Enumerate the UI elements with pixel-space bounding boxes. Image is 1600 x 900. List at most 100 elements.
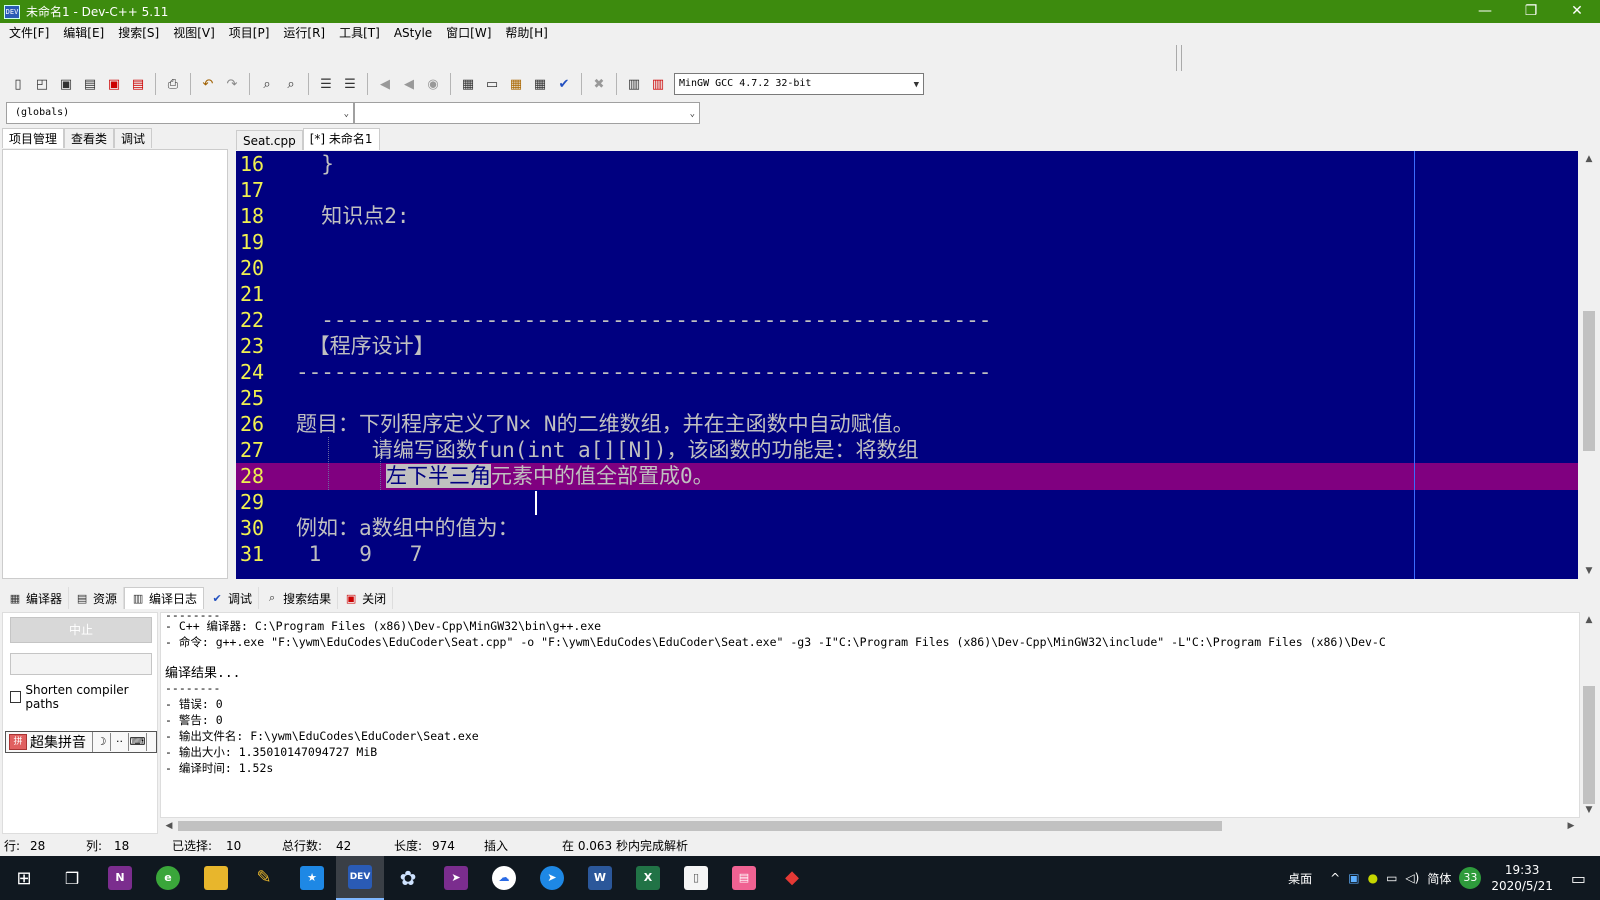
compiler-select[interactable]: MinGW GCC 4.7.2 32-bit ▼ <box>674 73 924 95</box>
save-all-icon[interactable]: ▤ <box>79 73 101 95</box>
notification-badge[interactable]: 33 <box>1459 867 1482 889</box>
shorten-paths-option[interactable]: Shorten compiler paths <box>10 683 157 711</box>
close-file-icon[interactable]: ▣ <box>103 73 125 95</box>
run-icon[interactable]: ▭ <box>481 73 503 95</box>
network-app-icon[interactable]: ▣ <box>1348 871 1359 885</box>
compile-icon[interactable]: ▦ <box>457 73 479 95</box>
scrollbar-thumb[interactable] <box>1583 311 1595 451</box>
tab-close[interactable]: ▣ 关闭 <box>338 587 394 609</box>
input-language[interactable]: 简体 <box>1427 870 1451 887</box>
tab-project[interactable]: 项目管理 <box>2 128 65 148</box>
taskbar-word[interactable]: W <box>576 856 624 900</box>
taskbar-excel[interactable]: X <box>624 856 672 900</box>
stop-button[interactable]: 中止 <box>10 617 152 643</box>
goto-line-icon[interactable]: ◉ <box>422 73 444 95</box>
scroll-right-icon[interactable]: ▶ <box>1562 818 1580 834</box>
bookmark-back-icon[interactable]: ◀ <box>374 73 396 95</box>
replace-icon[interactable]: ⌕ <box>280 73 302 95</box>
compile-log[interactable]: -------- - C++ 编译器: C:\Program Files (x8… <box>160 612 1580 818</box>
volume-icon[interactable]: ◁) <box>1405 871 1419 885</box>
log-vertical-scrollbar[interactable]: ▲ ▼ <box>1580 612 1598 818</box>
taskbar-arrow-app[interactable]: ➤ <box>432 856 480 900</box>
clean-icon[interactable]: ✖ <box>588 73 610 95</box>
rebuild-icon[interactable]: ▦ <box>529 73 551 95</box>
log-horizontal-scrollbar[interactable]: ◀ ▶ <box>160 818 1580 834</box>
print-icon[interactable]: ⎙ <box>162 73 184 95</box>
taskbar-document[interactable]: ▯ <box>672 856 720 900</box>
globals-combo[interactable]: (globals) ⌄ <box>6 102 354 124</box>
desktop-toolbar-label[interactable]: 桌面 <box>1288 870 1312 887</box>
tab-search-results[interactable]: ⌕ 搜索结果 <box>259 587 339 609</box>
save-icon[interactable]: ▣ <box>55 73 77 95</box>
editor-vertical-scrollbar[interactable]: ▲ ▼ <box>1580 151 1598 579</box>
punctuation-icon[interactable]: ·· <box>111 733 129 751</box>
scrollbar-thumb[interactable] <box>178 821 1222 831</box>
minimize-button[interactable]: — <box>1462 0 1508 23</box>
taskbar-browser[interactable]: e <box>144 856 192 900</box>
tab-untitled1[interactable]: [*] 未命名1 <box>302 128 380 150</box>
taskbar-explorer[interactable] <box>192 856 240 900</box>
taskbar-devcpp[interactable]: DEV <box>336 856 384 900</box>
tab-resources[interactable]: ▤ 资源 <box>69 587 125 609</box>
taskbar-eraser-app[interactable]: ◆ <box>768 856 816 900</box>
profile-icon[interactable]: ▥ <box>623 73 645 95</box>
scroll-down-icon[interactable]: ▼ <box>1580 563 1598 579</box>
taskbar-star-app[interactable]: ★ <box>288 856 336 900</box>
find-icon[interactable]: ⌕ <box>256 73 278 95</box>
menu-window[interactable]: 窗口[W] <box>439 23 498 43</box>
tab-classes[interactable]: 查看类 <box>64 128 115 148</box>
compile-run-icon[interactable]: ▦ <box>505 73 527 95</box>
menu-view[interactable]: 视图[V] <box>166 23 222 43</box>
taskbar-onenote[interactable]: N <box>96 856 144 900</box>
action-center-icon[interactable]: ▭ <box>1571 869 1586 888</box>
scroll-down-icon[interactable]: ▼ <box>1580 802 1598 818</box>
scrollbar-thumb[interactable] <box>1583 686 1595 804</box>
tab-debug[interactable]: 调试 <box>114 128 153 148</box>
bookmark-forward-icon[interactable]: ◀ <box>398 73 420 95</box>
undo-icon[interactable]: ↶ <box>197 73 219 95</box>
unindent-icon[interactable]: ☰ <box>339 73 361 95</box>
taskbar-send-app[interactable]: ➤ <box>528 856 576 900</box>
clock[interactable]: 19:33 2020/5/21 <box>1491 862 1553 894</box>
menu-help[interactable]: 帮助[H] <box>498 23 554 43</box>
keyboard-icon[interactable]: ⌨ <box>129 733 147 751</box>
task-view-button[interactable]: ❒ <box>48 856 96 900</box>
restore-button[interactable]: ❐ <box>1508 0 1554 23</box>
tab-debug-bottom[interactable]: ✔ 调试 <box>204 587 260 609</box>
ime-mode-label[interactable]: 超集拼音 <box>30 732 93 752</box>
start-button[interactable]: ⊞ <box>0 856 48 900</box>
taskbar-baidu-app[interactable]: ☁ <box>480 856 528 900</box>
menu-project[interactable]: 项目[P] <box>222 23 277 43</box>
redo-icon[interactable]: ↷ <box>221 73 243 95</box>
tab-compile-log[interactable]: ▥ 编译日志 <box>124 587 205 609</box>
indent-icon[interactable]: ☰ <box>315 73 337 95</box>
tab-compiler[interactable]: ▦ 编译器 <box>2 587 70 609</box>
menu-search[interactable]: 搜索[S] <box>111 23 166 43</box>
toolbar-grip[interactable] <box>1176 45 1182 71</box>
scroll-up-icon[interactable]: ▲ <box>1580 151 1598 167</box>
taskbar-pen-tool[interactable]: ✎ <box>240 856 288 900</box>
status-dot-icon[interactable]: ● <box>1368 871 1378 885</box>
tab-seat-cpp[interactable]: Seat.cpp <box>236 130 303 150</box>
close-all-icon[interactable]: ▤ <box>127 73 149 95</box>
menu-file[interactable]: 文件[F] <box>2 23 56 43</box>
network-icon[interactable]: ▭ <box>1386 871 1397 885</box>
menu-tools[interactable]: 工具[T] <box>332 23 387 43</box>
menu-edit[interactable]: 编辑[E] <box>56 23 111 43</box>
close-button[interactable]: ✕ <box>1554 0 1600 23</box>
chevron-up-icon[interactable]: ^ <box>1330 871 1340 885</box>
members-combo[interactable]: ⌄ <box>354 102 700 124</box>
syntax-check-icon[interactable]: ✔ <box>553 73 575 95</box>
code-editor[interactable]: 16 } 17 18 知识点2: 19 20 21 22 -----------… <box>236 151 1578 579</box>
taskbar-video-app[interactable]: ▤ <box>720 856 768 900</box>
delete-profile-icon[interactable]: ▥ <box>647 73 669 95</box>
ime-logo-icon[interactable]: 拼 <box>9 734 27 750</box>
moon-icon[interactable]: ☽ <box>93 733 111 751</box>
menu-astyle[interactable]: AStyle <box>387 23 439 43</box>
scroll-up-icon[interactable]: ▲ <box>1580 612 1598 628</box>
menu-run[interactable]: 运行[R] <box>276 23 332 43</box>
scroll-left-icon[interactable]: ◀ <box>160 818 178 834</box>
open-file-icon[interactable]: ◰ <box>31 73 53 95</box>
shorten-paths-checkbox[interactable] <box>10 691 22 703</box>
taskbar-flower-app[interactable]: ✿ <box>384 856 432 900</box>
